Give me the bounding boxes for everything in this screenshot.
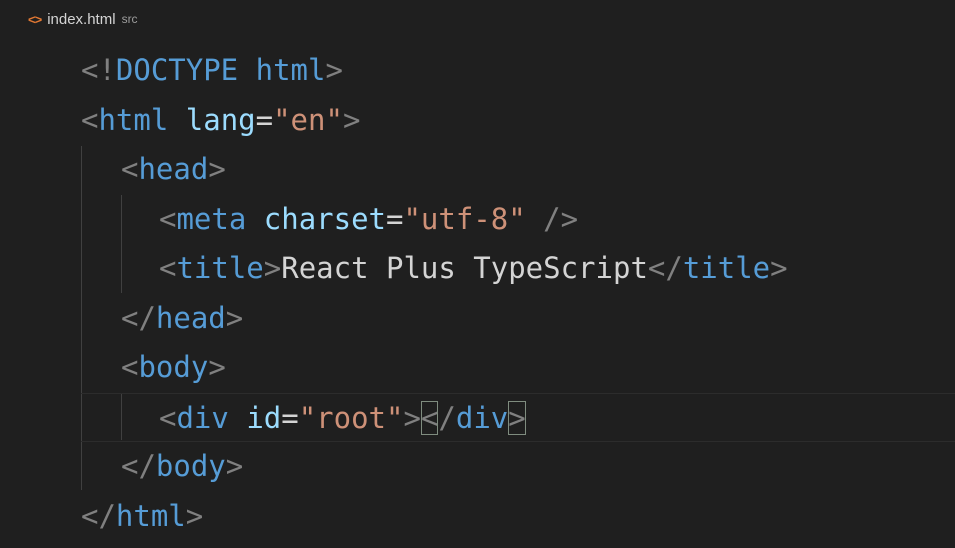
code-line-10: </html> — [0, 492, 955, 542]
token: head — [155, 300, 226, 335]
bracket-match-open: < — [420, 400, 439, 435]
code-line-4: <meta charset="utf-8" /> — [0, 195, 955, 245]
token: title — [682, 251, 771, 285]
token: /> — [525, 201, 579, 236]
breadcrumb-folder[interactable]: src — [122, 12, 138, 26]
token: < — [159, 400, 177, 435]
token: > — [263, 251, 282, 285]
token: head — [138, 152, 209, 186]
code-line-1: <!DOCTYPE html> — [0, 46, 955, 96]
code-line-3: <head> — [0, 145, 955, 195]
token: = — [281, 400, 299, 435]
code-editor[interactable]: <> index.html src <!DOCTYPE html> <html … — [0, 0, 955, 548]
code-file-icon: <> — [28, 11, 42, 27]
breadcrumb: <> index.html src — [28, 8, 138, 30]
token: "utf-8" — [403, 201, 526, 236]
code-line-5: <title>React Plus TypeScript</title> — [0, 244, 955, 294]
token: id — [246, 400, 282, 435]
token: < — [81, 102, 99, 137]
token: > — [208, 350, 226, 384]
token: body — [155, 449, 226, 483]
token: html — [98, 102, 169, 137]
token: </ — [647, 251, 683, 285]
bracket-match-close: > — [508, 400, 526, 435]
token: "en" — [273, 102, 343, 137]
token: div — [176, 400, 229, 435]
token: = — [255, 102, 274, 137]
token: meta — [176, 201, 247, 236]
token: lang — [185, 102, 256, 137]
token: html — [115, 498, 186, 533]
token: </ — [81, 498, 116, 533]
token: = — [386, 201, 404, 236]
token: > — [225, 300, 244, 335]
token: < — [159, 201, 177, 236]
token: > — [225, 449, 244, 483]
token: / — [438, 400, 456, 435]
token: > — [208, 152, 226, 186]
token: </ — [121, 449, 156, 483]
token: > — [342, 102, 361, 137]
token: charset — [263, 201, 386, 236]
token: body — [138, 350, 209, 384]
token: > — [403, 400, 421, 435]
code-content[interactable]: <!DOCTYPE html> <html lang="en"> <head> … — [0, 46, 955, 541]
token: html — [255, 53, 326, 87]
code-line-7: <body> — [0, 343, 955, 393]
token: <! — [81, 53, 116, 87]
token: < — [159, 251, 177, 285]
breadcrumb-file[interactable]: index.html — [47, 11, 115, 28]
token: < — [121, 350, 139, 384]
code-line-2: <html lang="en"> — [0, 96, 955, 146]
code-line-8-current: <div id="root"></div> — [81, 392, 955, 442]
token: "root" — [298, 400, 404, 435]
token: </ — [121, 300, 156, 335]
token: > — [325, 53, 343, 87]
token: < — [121, 152, 139, 186]
token: React Plus TypeScript — [281, 251, 648, 285]
token: div — [455, 400, 509, 435]
token: DOCTYPE — [115, 53, 239, 87]
token: title — [176, 251, 264, 285]
token: > — [185, 498, 204, 533]
code-line-9: </body> — [0, 442, 955, 492]
token: > — [770, 251, 788, 285]
code-line-6: </head> — [0, 294, 955, 344]
